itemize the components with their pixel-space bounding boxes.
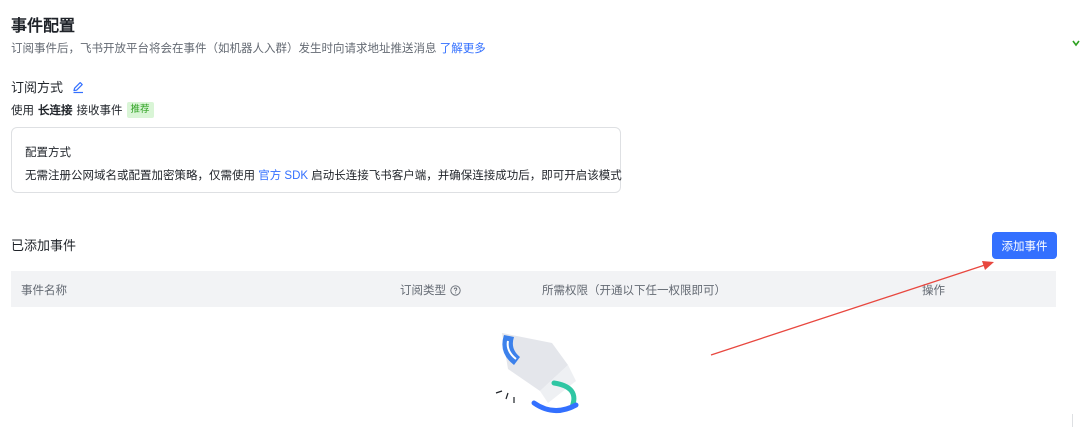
config-card: 配置方式 无需注册公网域名或配置加密策略，仅需使用 官方 SDK 启动长连接飞书… [11,127,622,193]
column-action-label: 操作 [922,285,945,297]
config-text-after: 启动长连接飞书客户端，并确保连接成功后，即可开启该模式 [311,170,622,182]
learn-more-link[interactable]: 了解更多 [440,43,486,55]
subscription-header: 订阅方式 [11,77,85,96]
method-prefix: 使用 [11,105,34,117]
column-permission: 所需权限（开通以下任一权限即可） [542,282,726,298]
config-card-title: 配置方式 [25,147,71,159]
method-suffix: 接收事件 [76,105,123,117]
recommend-badge: 推荐 [126,102,154,118]
column-permission-label: 所需权限（开通以下任一权限即可） [542,285,726,297]
config-text-before: 无需注册公网域名或配置加密策略，仅需使用 [25,170,255,182]
page-description-text: 订阅事件后，飞书开放平台将会在事件（如机器人入群）发生时向请求地址推送消息 [11,43,437,55]
pencil-icon[interactable] [71,80,85,94]
subscription-method: 使用 长连接 接收事件 推荐 [11,102,154,118]
column-event-name: 事件名称 [21,282,67,298]
column-event-name-label: 事件名称 [21,285,67,297]
add-event-button[interactable]: 添加事件 [992,232,1057,259]
subscription-title: 订阅方式 [11,80,64,95]
official-sdk-link[interactable]: 官方 SDK [258,170,308,182]
added-events-title: 已添加事件 [11,238,77,253]
empty-box-icon [484,325,594,425]
right-scroll-edge[interactable] [1072,414,1080,427]
page-title: 事件配置 [11,18,76,35]
events-table-header: 事件名称 订阅类型 所需权限（开通以下任一权限即可） 操作 [11,271,1056,307]
column-subscription-type-label: 订阅类型 [400,285,446,297]
question-circle-icon[interactable] [450,284,461,296]
column-subscription-type: 订阅类型 [400,282,461,298]
page-description: 订阅事件后，飞书开放平台将会在事件（如机器人入群）发生时向请求地址推送消息 了解… [11,40,486,56]
column-action: 操作 [922,282,945,298]
side-panel-toggle-icon[interactable] [1071,38,1080,52]
method-name: 长连接 [38,105,73,117]
config-card-text: 无需注册公网域名或配置加密策略，仅需使用 官方 SDK 启动长连接飞书客户端，并… [25,167,622,183]
